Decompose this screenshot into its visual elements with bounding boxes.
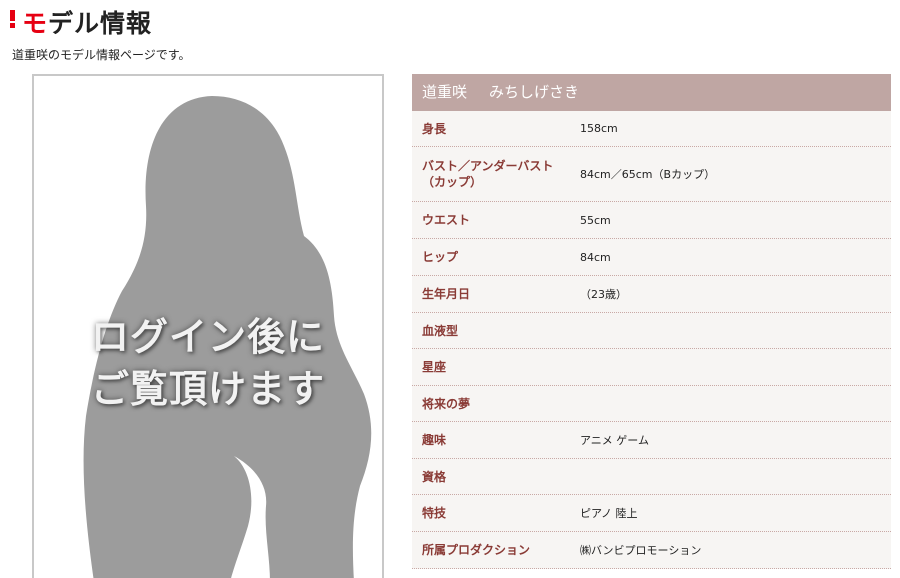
profile-row-label: 血液型 xyxy=(422,323,459,338)
profile-row-label: バスト／アンダーバスト （カップ） xyxy=(422,159,554,189)
profile-row: 資格 xyxy=(412,459,891,495)
page-subtitle: 道重咲のモデル情報ページです。 xyxy=(12,48,191,62)
profile-row-value: ㈱バンビプロモーション xyxy=(580,544,702,557)
profile-row: 身長 158cm xyxy=(412,111,891,147)
page-title: モデル情報 xyxy=(22,8,152,40)
profile-row-label: 生年月日 xyxy=(422,287,471,301)
profile-row-value: 84cm／65cm（Bカップ） xyxy=(580,168,716,181)
title-marker xyxy=(10,10,15,21)
profile-row-value: 84cm xyxy=(580,250,611,264)
profile-rows: 身長 158cm バスト／アンダーバスト （カップ） 84cm／65cm（Bカップ） ウ… xyxy=(412,111,891,569)
profile-row: 血液型 xyxy=(412,313,891,349)
title-marker-small xyxy=(10,23,15,28)
profile-row-label: 特技 xyxy=(422,506,447,520)
profile-row: 特技 ピアノ 陸上 xyxy=(412,495,891,532)
profile-row-label: 将来の夢 xyxy=(422,396,471,411)
profile-row: ウエスト 55cm xyxy=(412,202,891,239)
login-caption-line1: ログイン後に xyxy=(90,315,325,359)
model-photo-placeholder: ログイン後に ご覧頂けます xyxy=(32,74,384,578)
profile-row-label: 所属プロダクション xyxy=(422,543,531,557)
login-caption-line2: ご覧頂けます xyxy=(90,367,325,411)
profile-row-label: 身長 xyxy=(422,121,447,136)
page-title-accent: モ xyxy=(22,9,49,38)
profile-row-label: ヒップ xyxy=(422,250,459,264)
model-name-kana: みちしげさき xyxy=(489,83,580,101)
profile-name-header: 道重咲 みちしげさき xyxy=(412,74,891,111)
profile-row: 生年月日 （23歳） xyxy=(412,276,891,313)
page-title-rest: デル情報 xyxy=(48,9,153,38)
profile-row: 将来の夢 xyxy=(412,386,891,422)
profile-row-value: 158cm xyxy=(580,122,618,135)
model-name: 道重咲 xyxy=(422,83,468,101)
profile-row: バスト／アンダーバスト （カップ） 84cm／65cm（Bカップ） xyxy=(412,147,891,202)
profile-row-value xyxy=(572,349,891,385)
profile-row-label: 資格 xyxy=(422,469,447,484)
profile-row-value: アニメ ゲーム xyxy=(580,434,649,447)
profile-table: 道重咲 みちしげさき 身長 158cm バスト／アンダーバスト （カップ） 84cm／6… xyxy=(412,74,891,569)
profile-row-value xyxy=(572,313,891,348)
profile-row-value xyxy=(572,459,891,494)
profile-row: ヒップ 84cm xyxy=(412,239,891,276)
profile-row-label: ウエスト xyxy=(422,213,471,227)
profile-row-label: 星座 xyxy=(422,360,447,374)
profile-row: 星座 xyxy=(412,349,891,386)
profile-row: 趣味 アニメ ゲーム xyxy=(412,422,891,459)
profile-row-value xyxy=(572,386,891,421)
profile-row-label: 趣味 xyxy=(422,433,447,447)
profile-row: 所属プロダクション ㈱バンビプロモーション xyxy=(412,532,891,569)
profile-row-value: （23歳） xyxy=(580,288,627,301)
profile-row-value: ピアノ 陸上 xyxy=(580,507,638,520)
profile-row-value: 55cm xyxy=(580,213,611,227)
